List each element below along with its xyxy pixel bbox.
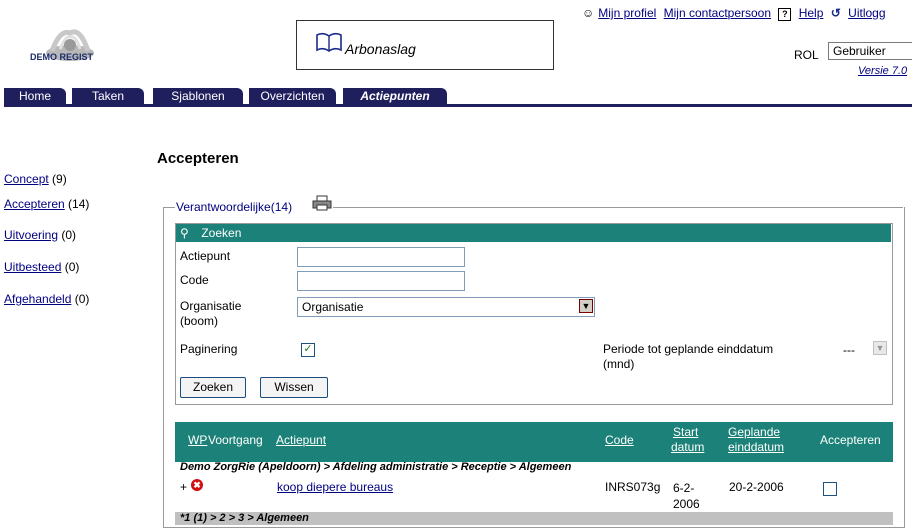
organisatie-select[interactable]: Organisatie [297,297,595,317]
col-geplande-einddatum[interactable]: Geplande [728,425,780,439]
col-actiepunt[interactable]: Actiepunt [276,433,326,447]
sidebar-item-concept[interactable]: Concept (9) [4,172,67,186]
sidebar-item-accepteren[interactable]: Accepteren (14) [4,197,89,211]
app-title: Arbonaslag [345,41,416,57]
organisatie-label: Organisatie [180,299,242,313]
tab-underline [4,104,912,107]
sidebar-item-count: (0) [64,260,80,274]
search-header-label: Zoeken [201,226,242,240]
group-path-2: *1 (1) > 2 > 3 > Algemeen [175,512,893,525]
mijn-profiel-link[interactable]: Mijn profiel [598,6,656,20]
row-code: INRS073g [605,480,661,494]
help-icon: ? [778,8,792,21]
rol-label: ROL [794,48,819,62]
expand-icon[interactable]: + [180,480,187,494]
sidebar-item-count: (0) [74,292,90,306]
periode-select[interactable]: --- [843,343,855,357]
top-links: ☺ Mijn profiel Mijn contactpersoon ? Help… [582,6,890,21]
mijn-contactpersoon-link[interactable]: Mijn contactpersoon [664,6,771,20]
group-path: Demo ZorgRie (Apeldoorn) > Afdeling admi… [180,461,572,473]
tab-home[interactable]: Home [4,88,66,105]
sidebar-item-label: Uitvoering [4,228,59,242]
profile-icon: ☺ [582,6,595,20]
wissen-button[interactable]: Wissen [260,377,328,398]
app-title-box: Arbonaslag [296,20,554,70]
chevron-down-icon[interactable]: ▼ [579,299,593,313]
uitloggen-link[interactable]: Uitlogg [848,6,885,20]
table-header: WP Voortgang Actiepunt Code Start datum … [175,422,893,462]
code-input[interactable] [297,271,465,291]
sidebar-item-label: Afgehandeld [4,292,72,306]
actiepunt-input[interactable] [297,247,465,267]
row-start-line2: 2006 [673,497,700,511]
fieldset-top-border [163,207,175,208]
sidebar-item-uitvoering[interactable]: Uitvoering (0) [4,228,76,242]
search-header: ⚲ Zoeken [176,224,891,242]
row-start-line1: 6-2- [673,481,695,495]
code-label: Code [180,273,209,287]
zoeken-button[interactable]: Zoeken [180,377,246,398]
col-start-datum[interactable]: Start [673,425,698,439]
sidebar-item-count: (14) [68,197,90,211]
status-error-icon: ✖ [191,479,203,491]
organisatie-label-sub: (boom) [180,314,219,328]
col-voortgang: Voortgang [208,433,263,447]
open-book-icon [316,32,342,52]
paginering-label: Paginering [180,342,238,356]
row-start-datum: 6-2- 2006 [673,480,709,512]
tab-overzichten[interactable]: Overzichten [249,88,336,105]
row-geplande-einddatum: 20-2-2006 [729,480,784,494]
accepteren-checkbox[interactable] [823,482,837,496]
page-title: Accepteren [157,150,239,167]
col-code[interactable]: Code [605,433,634,447]
col-start-datum-2[interactable]: datum [671,440,704,454]
versie-link[interactable]: Versie 7.0 [858,65,907,77]
tab-taken[interactable]: Taken [72,88,144,105]
printer-icon[interactable] [312,195,332,211]
magnifier-icon: ⚲ [180,226,189,240]
tab-sjablonen[interactable]: Sjablonen [153,88,243,105]
logout-icon: ↺ [830,6,841,20]
sidebar-item-label: Uitbesteed [4,260,62,274]
sidebar-item-count: (9) [52,172,67,186]
fieldset-top-border [333,207,903,208]
col-geplande-einddatum-2[interactable]: einddatum [728,440,784,454]
periode-label: Periode tot geplande einddatum (mnd) [603,342,774,371]
tab-actiepunten[interactable]: Actiepunten [343,88,447,105]
sidebar-item-label: Accepteren [4,197,65,211]
actiepunt-label: Actiepunt [180,249,231,263]
rol-select[interactable]: Gebruiker [828,42,912,60]
sidebar-item-uitbesteed[interactable]: Uitbesteed (0) [4,260,79,274]
paginering-checkbox[interactable]: ✓ [301,343,315,357]
sidebar-item-afgehandeld[interactable]: Afgehandeld (0) [4,292,89,306]
chevron-down-icon[interactable]: ▼ [873,341,887,355]
sidebar-item-count: (0) [61,228,77,242]
help-link[interactable]: Help [799,6,824,20]
col-accepteren: Accepteren [820,433,881,447]
logo-text: DEMO REGIST [30,52,94,62]
row-actiepunt-link[interactable]: koop diepere bureaus [277,480,393,494]
col-wp[interactable]: WP [188,433,207,447]
fieldset-legend: Verantwoordelijke(14) [176,200,293,214]
sidebar-item-label: Concept [4,172,49,186]
